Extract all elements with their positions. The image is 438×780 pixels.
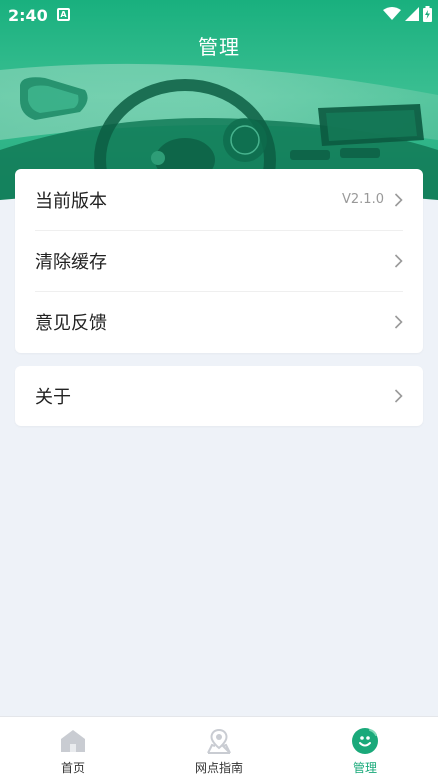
nav-item-outlets[interactable]: 网点指南 [146,717,292,780]
settings-row-about[interactable]: 关于 [35,366,403,426]
about-card: 关于 [15,366,423,426]
settings-row-clear-cache[interactable]: 清除缓存 [35,230,403,291]
nav-item-home[interactable]: 首页 [0,717,146,780]
signal-icon [405,7,419,21]
settings-card: 当前版本 V2.1.0 清除缓存 意见反馈 [15,169,423,353]
chevron-right-icon [394,254,403,268]
page-title: 管理 [198,35,240,59]
status-bar: 2:40 A [0,0,438,30]
map-pin-icon [207,728,231,754]
smile-icon [352,728,378,754]
clear-cache-label: 清除缓存 [35,252,107,273]
about-label: 关于 [35,387,71,408]
app-notification-icon: A [57,8,70,21]
chevron-right-icon [394,389,403,403]
chevron-right-icon [394,315,403,329]
nav-label-home: 首页 [60,761,85,775]
nav-item-manage[interactable]: 管理 [292,717,438,780]
nav-label-manage: 管理 [352,761,377,775]
version-value: V2.1.0 [342,192,384,207]
battery-icon [423,6,432,22]
home-icon [61,730,85,752]
feedback-label: 意见反馈 [35,313,107,334]
nav-label-outlets: 网点指南 [194,761,243,775]
wifi-icon [383,7,401,20]
settings-row-feedback[interactable]: 意见反馈 [35,291,403,352]
settings-row-version[interactable]: 当前版本 V2.1.0 [35,169,403,230]
status-time: 2:40 [8,6,48,25]
bottom-nav: 首页 网点指南 管理 [0,716,438,780]
version-label: 当前版本 [35,190,107,212]
status-indicators [383,6,432,22]
chevron-right-icon [394,192,403,207]
